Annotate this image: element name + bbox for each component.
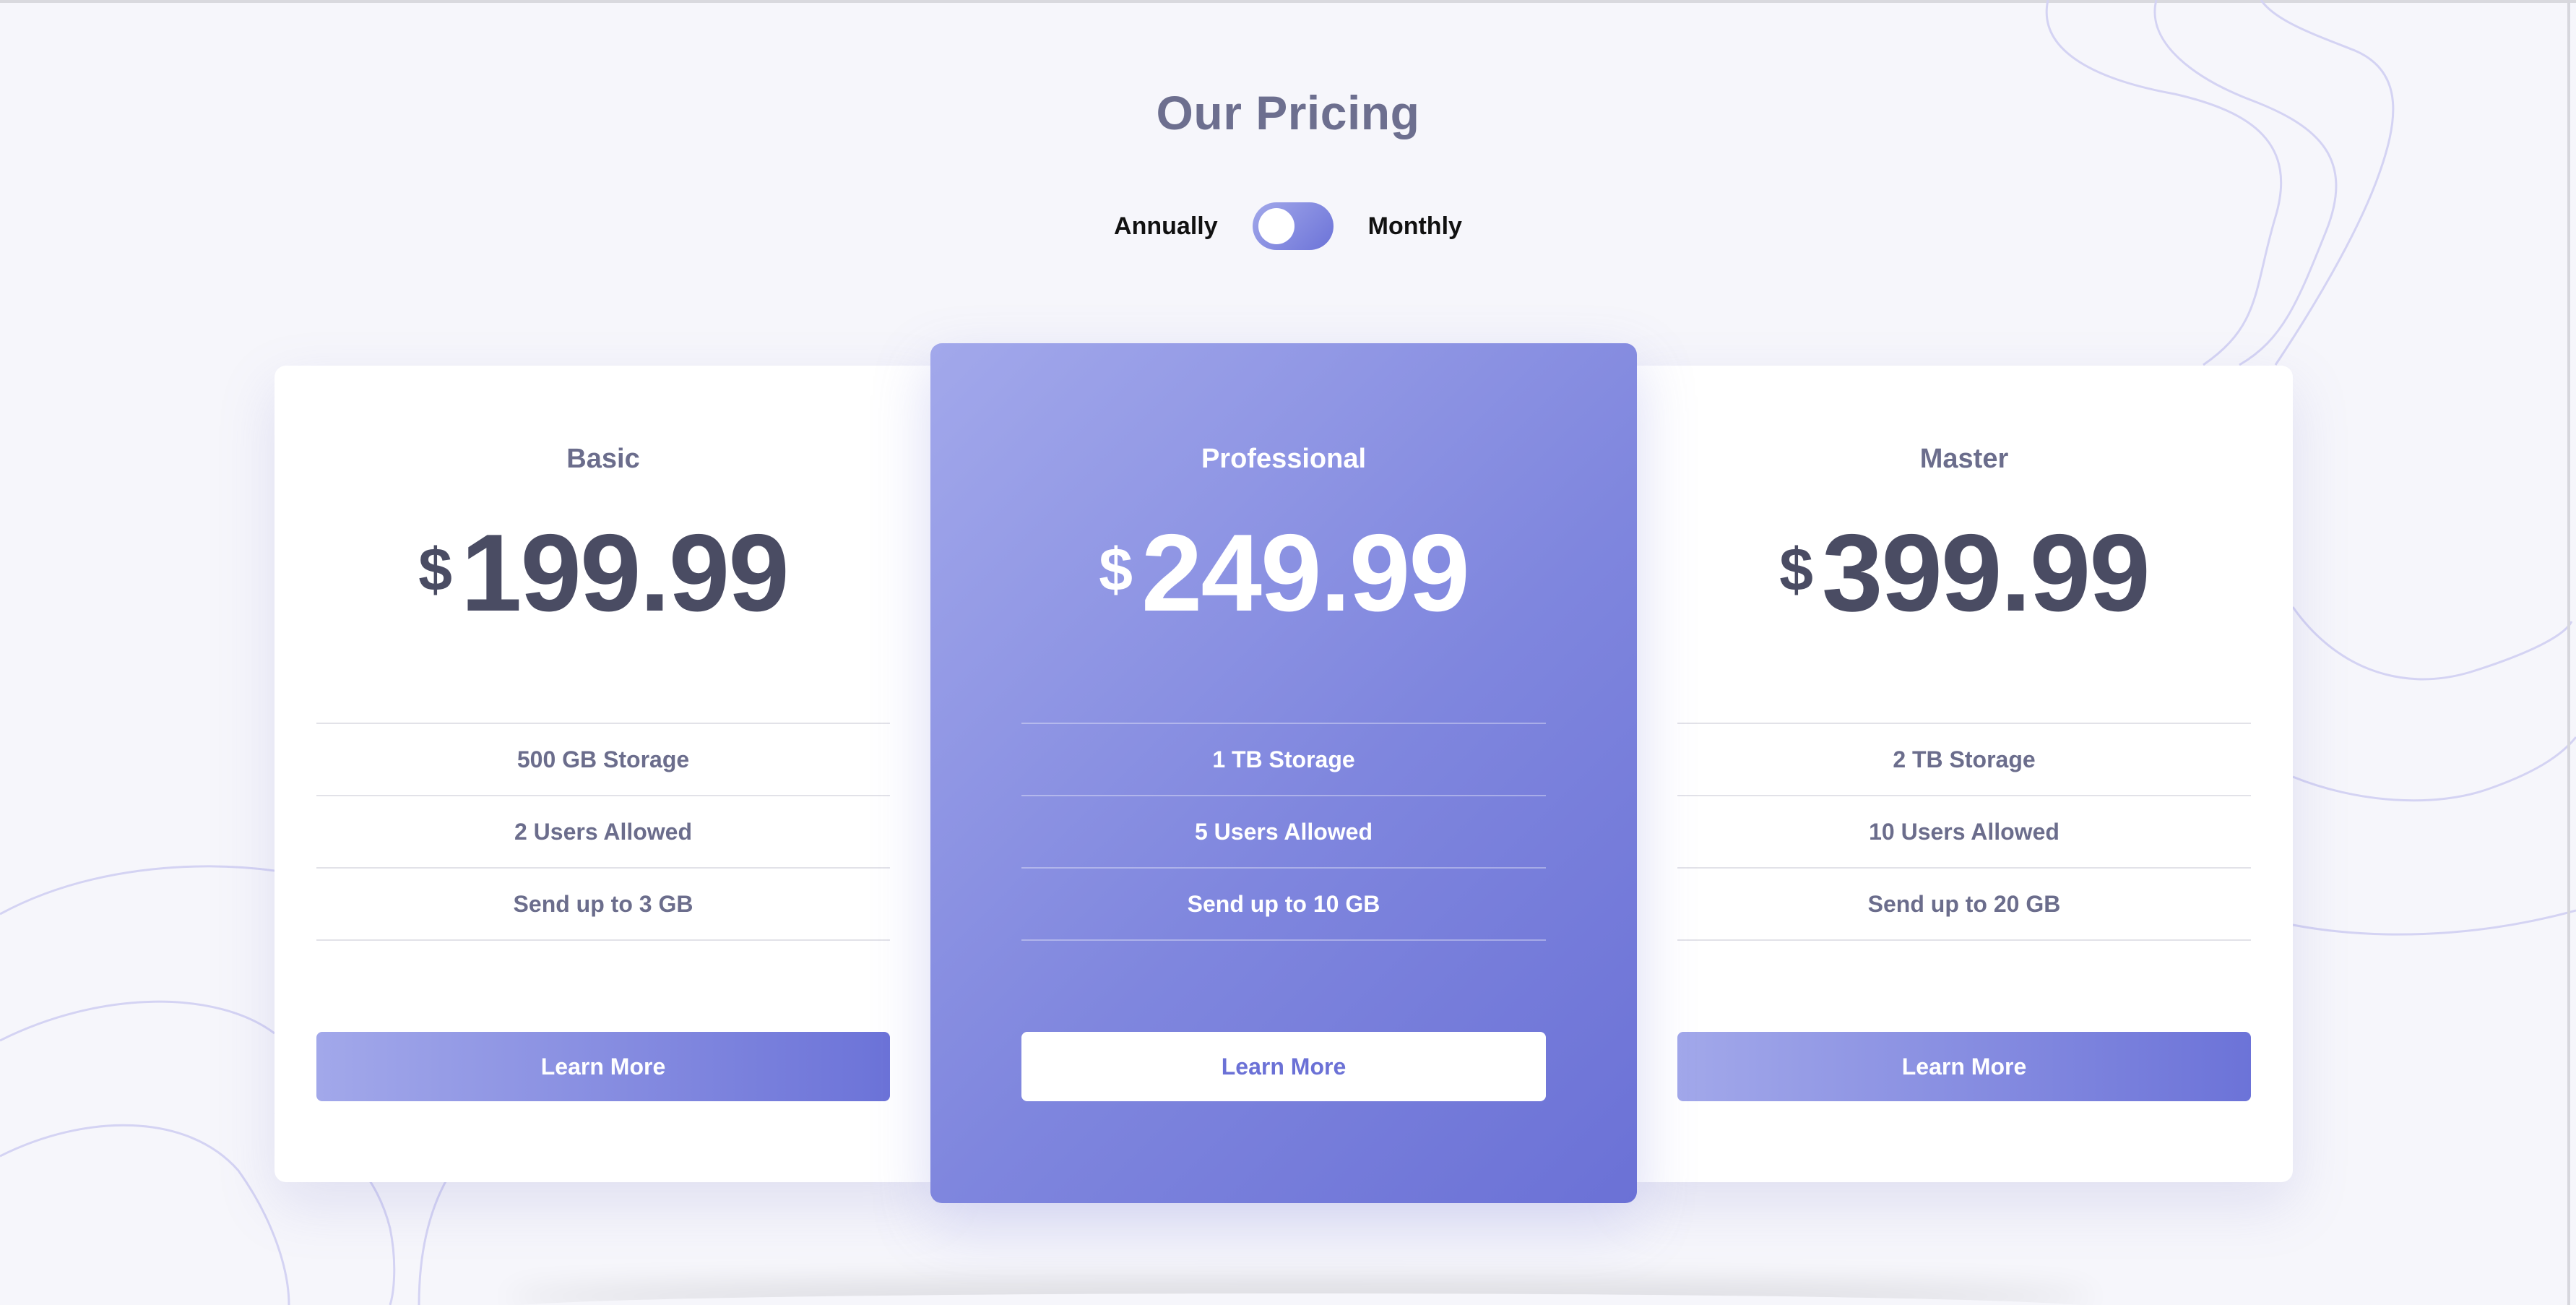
monthly-label[interactable]: Monthly (1368, 212, 1462, 241)
learn-more-button-basic[interactable]: Learn More (316, 1032, 890, 1101)
feature-item: 1 TB Storage (1021, 723, 1546, 795)
plan-card-master: Master $ 399.99 2 TB Storage 10 Users Al… (1635, 366, 2293, 1182)
scrollbar-edge (2567, 0, 2570, 1305)
plan-name: Professional (1201, 444, 1367, 474)
next-section-edge (506, 1293, 2095, 1305)
pricing-page: Our Pricing Annually Monthly Basic $ 199… (0, 0, 2576, 1305)
plan-card-professional: Professional $ 249.99 1 TB Storage 5 Use… (930, 343, 1637, 1203)
plan-price: $ 249.99 (930, 510, 1637, 637)
feature-list: 500 GB Storage 2 Users Allowed Send up t… (316, 723, 890, 941)
toggle-knob (1258, 208, 1295, 244)
plan-name: Master (1919, 444, 2009, 474)
feature-item: 500 GB Storage (316, 723, 890, 795)
feature-item: Send up to 10 GB (1021, 867, 1546, 941)
currency-symbol: $ (1779, 535, 1813, 603)
feature-item: 2 TB Storage (1677, 723, 2251, 795)
plan-card-basic: Basic $ 199.99 500 GB Storage 2 Users Al… (275, 366, 932, 1182)
price-amount: 199.99 (460, 512, 790, 634)
plan-price: $ 399.99 (1635, 510, 2293, 637)
plan-name: Basic (566, 444, 640, 474)
currency-symbol: $ (418, 535, 452, 603)
feature-item: 10 Users Allowed (1677, 795, 2251, 867)
top-border (0, 0, 2576, 3)
learn-more-button-master[interactable]: Learn More (1677, 1032, 2251, 1101)
plan-price: $ 199.99 (275, 510, 932, 637)
feature-list: 1 TB Storage 5 Users Allowed Send up to … (1021, 723, 1546, 941)
feature-item: 5 Users Allowed (1021, 795, 1546, 867)
price-amount: 399.99 (1821, 512, 2151, 634)
learn-more-button-professional[interactable]: Learn More (1021, 1032, 1546, 1101)
feature-list: 2 TB Storage 10 Users Allowed Send up to… (1677, 723, 2251, 941)
price-amount: 249.99 (1141, 512, 1470, 634)
page-title: Our Pricing (1156, 86, 1420, 139)
billing-period-toggle[interactable] (1252, 202, 1334, 250)
feature-item: 2 Users Allowed (316, 795, 890, 867)
feature-item: Send up to 3 GB (316, 867, 890, 941)
billing-toggle-row: Annually Monthly (0, 202, 2576, 250)
annually-label[interactable]: Annually (1114, 212, 1218, 241)
feature-item: Send up to 20 GB (1677, 867, 2251, 941)
currency-symbol: $ (1099, 535, 1133, 603)
